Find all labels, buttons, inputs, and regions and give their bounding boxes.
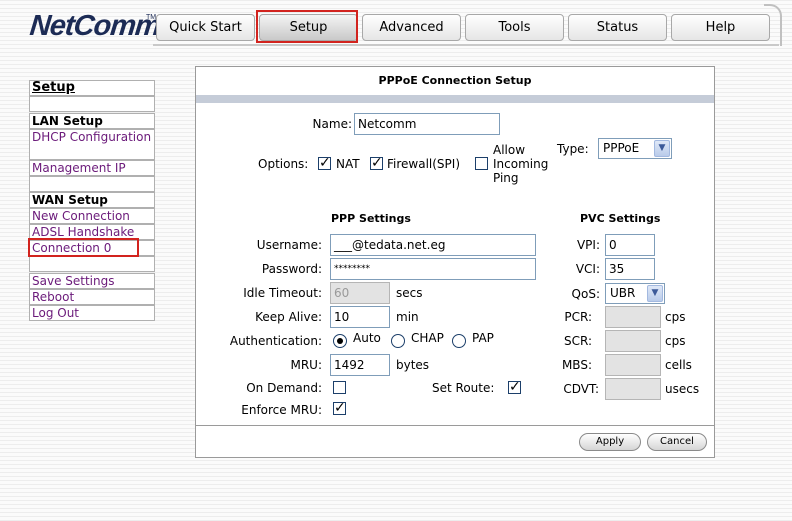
mbs-unit: cells (665, 358, 692, 372)
name-label: Name: (312, 117, 352, 131)
chevron-down-icon: ▼ (654, 140, 670, 157)
qos-select[interactable]: UBR ▼ (605, 283, 665, 304)
tab-status[interactable]: Status (568, 14, 667, 41)
vpi-label: VPI: (576, 238, 600, 252)
apply-button[interactable]: Apply (579, 433, 641, 451)
sidebar-title: Setup (29, 80, 155, 96)
pcr-input[interactable] (605, 306, 661, 328)
qos-label: QoS: (571, 287, 600, 301)
sidebar-item-new-connection[interactable]: New Connection (29, 208, 155, 224)
cdvt-unit: usecs (665, 382, 700, 396)
password-input[interactable]: ******** (330, 258, 536, 280)
nat-checkbox[interactable]: ✓ (318, 156, 331, 170)
tab-advanced[interactable]: Advanced (362, 14, 461, 41)
enforce-mru-checkbox[interactable]: ✓ (333, 401, 346, 415)
sidebar-spacer (29, 176, 155, 192)
firewall-label: Firewall(SPI) (387, 157, 461, 171)
on-demand-label: On Demand: (246, 381, 322, 395)
setup-tab-highlight (256, 10, 358, 43)
sidebar-wan-header: WAN Setup (29, 192, 155, 208)
authentication-label: Authentication: (229, 334, 322, 348)
tab-help[interactable]: Help (671, 14, 770, 41)
keep-alive-input[interactable]: 10 (330, 306, 390, 328)
qos-select-value: UBR (610, 286, 636, 300)
auth-chap-label: CHAP (411, 331, 444, 345)
sidebar-lan-header: LAN Setup (29, 113, 155, 129)
scr-input[interactable] (605, 330, 661, 352)
scr-unit: cps (665, 334, 686, 348)
tab-tools[interactable]: Tools (465, 14, 564, 41)
nat-label: NAT (336, 157, 360, 171)
scr-label: SCR: (563, 334, 592, 348)
name-input[interactable]: Netcomm (354, 113, 500, 135)
mru-label: MRU: (290, 358, 322, 372)
sidebar-spacer (29, 96, 155, 112)
idle-timeout-input[interactable]: 60 (330, 282, 390, 304)
cdvt-label: CDVT: (563, 382, 599, 396)
pcr-unit: cps (665, 310, 686, 324)
allow-ping-label-line2: Incoming (493, 157, 549, 171)
pcr-label: PCR: (564, 310, 592, 324)
auth-auto-radio[interactable] (333, 334, 347, 348)
allow-ping-label-line1: Allow (493, 143, 526, 157)
panel-header-strip (196, 95, 714, 103)
sidebar-item-log-out[interactable]: Log Out (29, 305, 155, 321)
sidebar-item-reboot[interactable]: Reboot (29, 289, 155, 305)
type-select[interactable]: PPPoE ▼ (598, 138, 672, 159)
type-label: Type: (557, 142, 589, 156)
vci-input[interactable]: 35 (605, 258, 655, 280)
mbs-label: MBS: (561, 358, 592, 372)
ppp-settings-heading: PPP Settings (331, 212, 411, 225)
mru-unit: bytes (396, 358, 430, 372)
vpi-input[interactable]: 0 (605, 234, 655, 256)
auth-pap-radio[interactable] (452, 334, 466, 348)
options-label: Options: (258, 157, 309, 171)
mru-input[interactable]: 1492 (330, 354, 390, 376)
allow-ping-checkbox[interactable] (475, 157, 488, 170)
set-route-label: Set Route: (432, 381, 495, 395)
netcomm-logo: NetComm (28, 10, 162, 42)
idle-timeout-label: Idle Timeout: (243, 286, 322, 300)
username-label: Username: (256, 238, 322, 252)
pvc-settings-heading: PVC Settings (580, 212, 661, 225)
auth-chap-radio[interactable] (391, 334, 405, 348)
enforce-mru-label: Enforce MRU: (241, 403, 322, 417)
sidebar-item-dhcp[interactable]: DHCP Configuration (29, 129, 155, 160)
cdvt-input[interactable] (605, 378, 661, 400)
allow-ping-label-line3: Ping (493, 171, 519, 185)
type-select-value: PPPoE (603, 141, 640, 155)
auth-pap-label: PAP (472, 331, 494, 345)
sidebar-spacer (29, 256, 155, 272)
vci-label: VCI: (575, 262, 600, 276)
keep-alive-label: Keep Alive: (255, 310, 322, 324)
set-route-checkbox[interactable]: ✓ (508, 380, 521, 394)
cancel-button[interactable]: Cancel (647, 433, 707, 451)
username-input[interactable]: ___@tedata.net.eg (330, 234, 536, 256)
password-label: Password: (261, 262, 322, 276)
chevron-down-icon: ▼ (647, 285, 663, 302)
logo-trademark: TM (146, 14, 157, 21)
tab-quick-start[interactable]: Quick Start (156, 14, 255, 41)
sidebar-item-management-ip[interactable]: Management IP (29, 160, 155, 176)
firewall-checkbox[interactable]: ✓ (370, 156, 383, 170)
panel-separator (196, 425, 714, 426)
idle-timeout-unit: secs (396, 286, 423, 300)
tabbar-baseline (153, 44, 779, 46)
on-demand-checkbox[interactable] (333, 381, 346, 394)
auth-auto-label: Auto (353, 331, 381, 345)
panel-title: PPPoE Connection Setup (378, 74, 532, 87)
keep-alive-unit: min (396, 310, 419, 324)
connection-0-highlight (28, 238, 139, 257)
mbs-input[interactable] (605, 354, 661, 376)
sidebar-item-save-settings[interactable]: Save Settings (29, 273, 155, 289)
